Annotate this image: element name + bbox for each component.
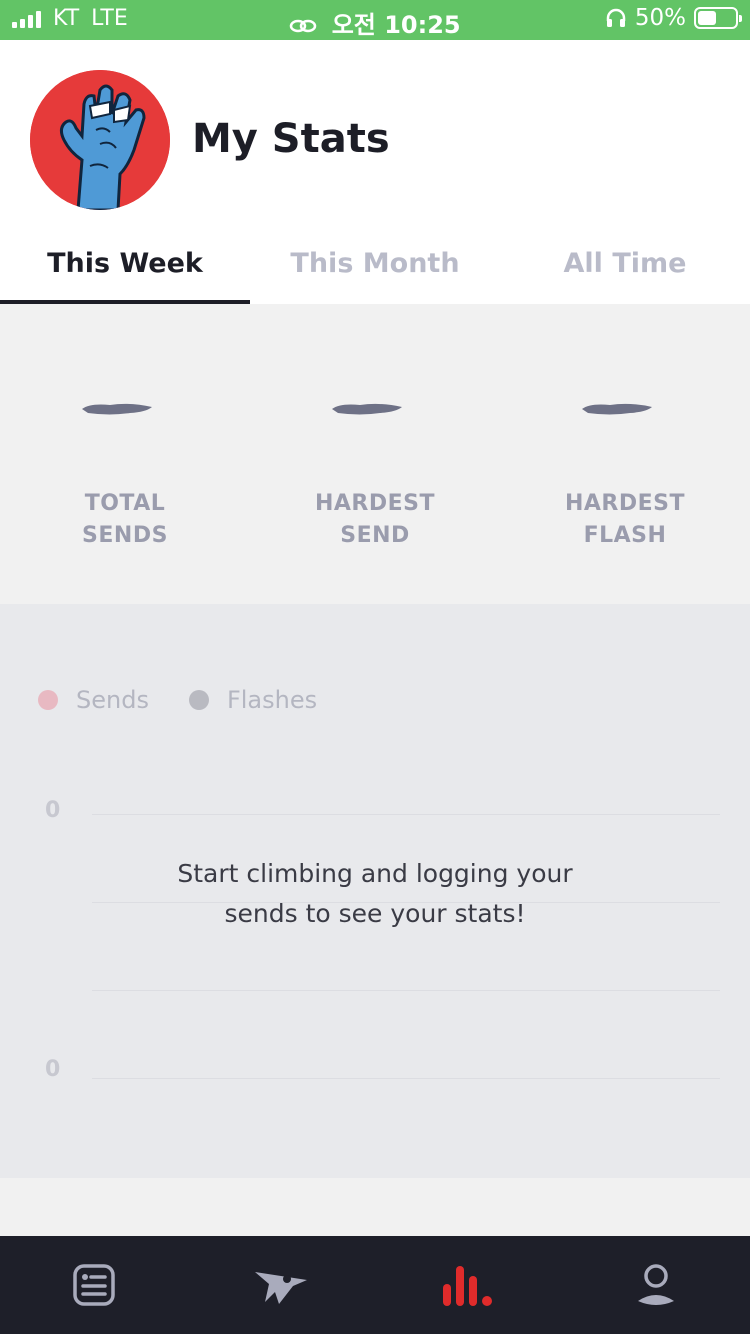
list-icon — [73, 1264, 115, 1306]
battery-icon — [694, 7, 742, 29]
redacted-value-mark — [582, 403, 652, 415]
stat-total-sends: TOTAL SENDS — [0, 304, 250, 604]
link-icon — [290, 19, 317, 33]
legend-dot — [38, 690, 58, 710]
tab-this-week[interactable]: This Week — [0, 230, 250, 304]
y-axis-tick-bottom: 0 — [45, 1057, 61, 1082]
headphones-icon — [606, 8, 626, 27]
nav-item-list[interactable] — [0, 1236, 188, 1334]
status-bar: KT LTE 오전 10:25 50% — [0, 0, 750, 40]
chart-legend: Sends Flashes — [38, 686, 357, 714]
nav-item-profile[interactable] — [563, 1236, 750, 1334]
legend-item-flashes: Flashes — [188, 686, 318, 714]
empty-message-line1: Start climbing and logging your — [177, 859, 573, 888]
tab-all-time[interactable]: All Time — [500, 230, 750, 304]
gridline — [92, 1078, 720, 1079]
status-right: 50% — [605, 5, 742, 31]
stats-chart: Sends Flashes 0 0 Start climbing and log… — [0, 604, 750, 1178]
stats-summary: TOTAL SENDS HARDEST SEND HARDEST FLASH — [0, 304, 750, 604]
empty-state-message: Start climbing and logging your sends to… — [0, 854, 750, 934]
redacted-value-mark — [82, 403, 152, 415]
profile-icon — [638, 1264, 675, 1305]
gridline — [92, 990, 720, 991]
stat-label: HARDEST SEND — [250, 488, 500, 552]
legend-label: Flashes — [226, 686, 318, 714]
stat-label-line1: HARDEST — [564, 491, 686, 516]
nav-item-climb[interactable] — [188, 1236, 376, 1334]
stat-hardest-flash: HARDEST FLASH — [500, 304, 750, 604]
tab-this-month[interactable]: This Month — [250, 230, 500, 304]
stat-label: TOTAL SENDS — [0, 488, 250, 552]
stat-label-line2: FLASH — [583, 523, 667, 548]
stat-label-line2: SEND — [340, 523, 410, 548]
stat-hardest-send: HARDEST SEND — [250, 304, 500, 604]
stat-label-line2: SENDS — [82, 523, 168, 548]
stat-label-line1: TOTAL — [84, 491, 166, 516]
gridline — [92, 814, 720, 815]
legend-item-sends: Sends — [38, 686, 149, 714]
status-time: 오전 10:25 — [331, 11, 461, 39]
avatar[interactable] — [30, 70, 170, 210]
battery-percent: 50% — [634, 5, 686, 31]
bottom-nav — [0, 1236, 750, 1334]
stats-icon — [442, 1266, 492, 1306]
page-title: My Stats — [192, 116, 390, 162]
legend-label: Sends — [76, 686, 149, 714]
zombie-hand-avatar-icon — [30, 70, 170, 210]
period-tabs: This Week This Month All Time — [0, 230, 750, 304]
y-axis-tick-top: 0 — [45, 798, 61, 823]
stat-label-line1: HARDEST — [314, 491, 436, 516]
legend-dot — [188, 690, 209, 710]
nav-item-stats[interactable] — [375, 1236, 563, 1334]
profile-header: My Stats — [0, 40, 750, 230]
redacted-value-mark — [332, 403, 402, 415]
climber-icon — [255, 1272, 308, 1304]
empty-message-line2: sends to see your stats! — [224, 899, 526, 928]
stat-label: HARDEST FLASH — [500, 488, 750, 552]
